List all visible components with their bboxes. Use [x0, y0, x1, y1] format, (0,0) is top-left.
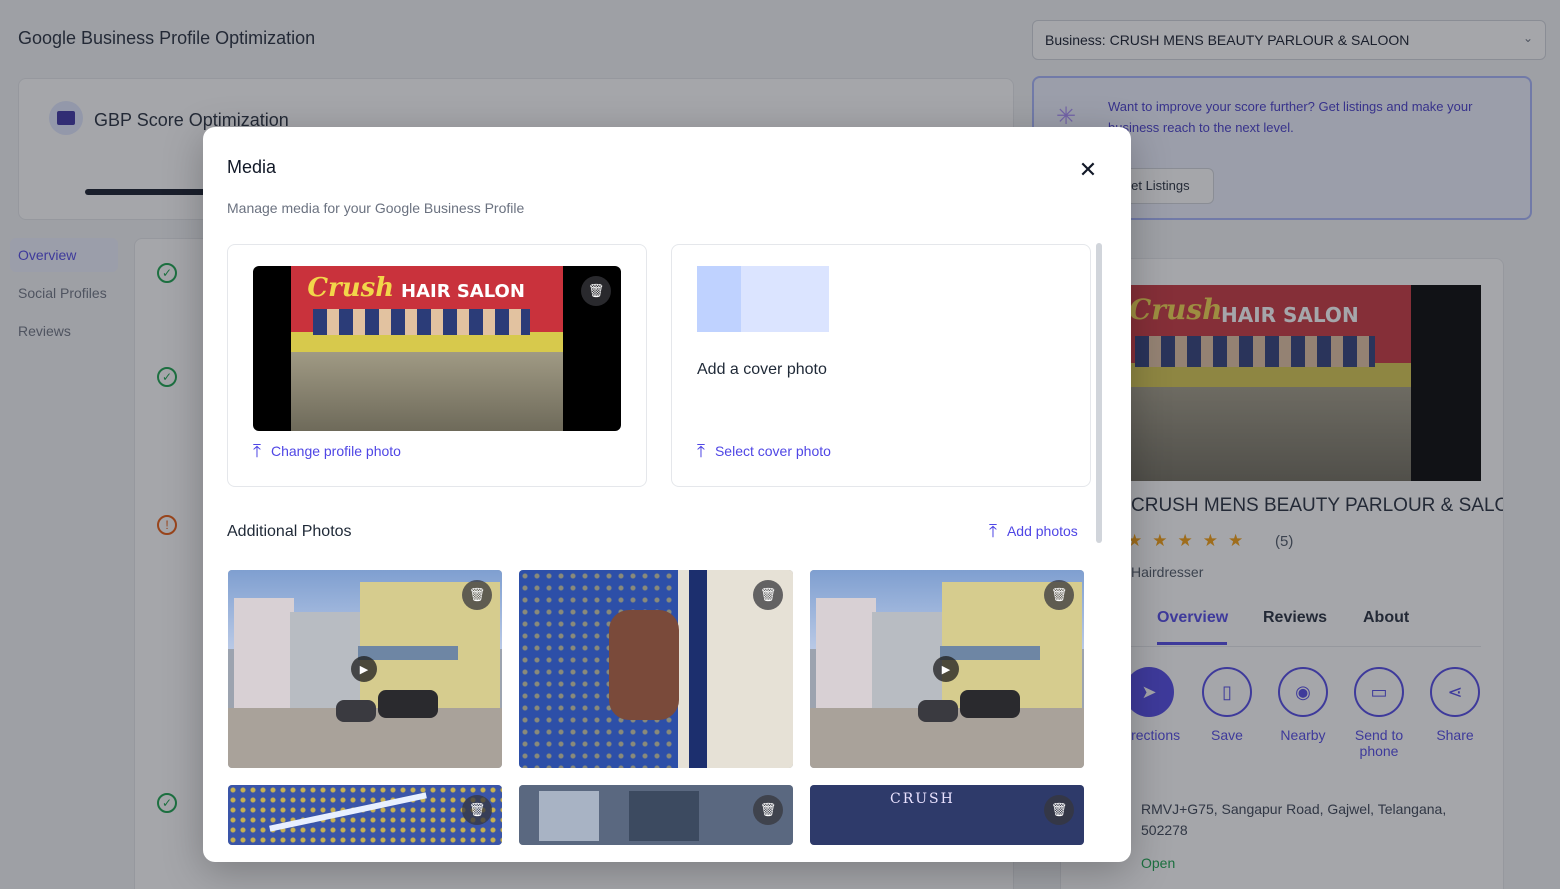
additional-photo[interactable]: ▶ 🗑 — [810, 570, 1084, 768]
add-photos-button[interactable]: ⤒ Add photos — [989, 521, 1078, 541]
select-cover-photo-label: Select cover photo — [714, 443, 831, 459]
delete-photo-icon[interactable]: 🗑 — [462, 795, 492, 825]
upload-icon: ⤒ — [697, 441, 705, 461]
salon-sign-image: Crush HAIR SALON — [291, 266, 563, 431]
change-profile-photo-button[interactable]: ⤒ Change profile photo — [253, 441, 401, 461]
delete-photo-icon[interactable]: 🗑 — [1044, 580, 1074, 610]
close-icon[interactable]: ✕ — [1073, 155, 1103, 185]
sign-script: Crush — [307, 272, 395, 303]
modal-subtitle: Manage media for your Google Business Pr… — [227, 200, 525, 216]
additional-photo[interactable]: ▶ 🗑 — [228, 570, 502, 768]
delete-photo-icon[interactable]: 🗑 — [462, 580, 492, 610]
cover-prompt: Add a cover photo — [697, 361, 827, 378]
additional-photo[interactable]: 🗑 — [519, 570, 793, 768]
modal-scrollbar[interactable] — [1096, 243, 1102, 543]
delete-photo-icon[interactable]: 🗑 — [753, 580, 783, 610]
cover-placeholder — [697, 266, 829, 332]
additional-photos-title: Additional Photos — [227, 523, 352, 540]
media-modal: Media ✕ Manage media for your Google Bus… — [203, 127, 1131, 862]
delete-photo-icon[interactable]: 🗑 — [753, 795, 783, 825]
change-profile-photo-label: Change profile photo — [270, 443, 401, 459]
cover-photo-card: Add a cover photo ⤒ Select cover photo — [671, 244, 1091, 487]
crush-sign-text: CRUSH — [890, 791, 955, 807]
play-icon[interactable]: ▶ — [351, 656, 377, 682]
select-cover-photo-button[interactable]: ⤒ Select cover photo — [697, 441, 831, 461]
additional-photo[interactable]: CRUSH 🗑 — [810, 785, 1084, 845]
sign-text: HAIR SALON — [401, 280, 525, 302]
add-photos-label: Add photos — [1006, 523, 1078, 539]
upload-icon: ⤒ — [989, 521, 997, 541]
upload-icon: ⤒ — [253, 441, 261, 461]
delete-photo-icon[interactable]: 🗑 — [1044, 795, 1074, 825]
delete-photo-icon[interactable]: 🗑 — [581, 276, 611, 306]
profile-photo-card: Crush HAIR SALON 🗑 ⤒ Change profile phot… — [227, 244, 647, 487]
additional-photo[interactable]: 🗑 — [519, 785, 793, 845]
additional-photo[interactable]: 🗑 — [228, 785, 502, 845]
play-icon[interactable]: ▶ — [933, 656, 959, 682]
modal-title: Media — [227, 157, 277, 177]
profile-photo: Crush HAIR SALON 🗑 — [253, 266, 621, 431]
